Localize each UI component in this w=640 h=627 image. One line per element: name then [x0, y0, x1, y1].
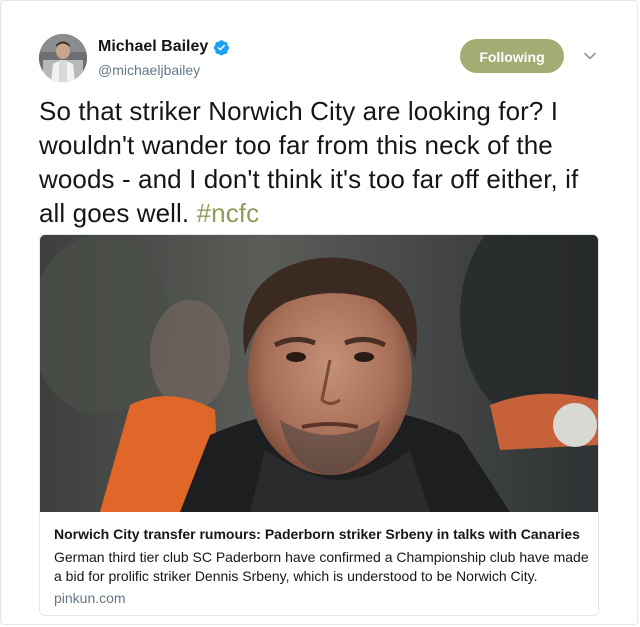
card-image[interactable]: [40, 235, 598, 512]
following-button[interactable]: Following: [460, 39, 564, 73]
tweet-text: So that striker Norwich City are looking…: [39, 94, 605, 230]
author-handle[interactable]: @michaeljbailey: [98, 62, 200, 78]
card-title[interactable]: Norwich City transfer rumours: Paderborn…: [54, 526, 589, 542]
link-card[interactable]: Norwich City transfer rumours: Paderborn…: [39, 234, 599, 616]
tweet-body: So that striker Norwich City are looking…: [39, 96, 579, 228]
card-photo: [40, 235, 598, 512]
card-domain: pinkun.com: [54, 590, 126, 606]
card-description: German third tier club SC Paderborn have…: [54, 549, 589, 584]
chevron-down-icon[interactable]: [583, 49, 597, 63]
avatar-image: [39, 34, 87, 82]
tweet-card: Michael Bailey @michaeljbailey Following…: [0, 0, 638, 625]
hashtag-link[interactable]: #ncfc: [197, 198, 260, 228]
avatar[interactable]: [39, 34, 87, 82]
author-display-name[interactable]: Michael Bailey: [98, 38, 208, 56]
author-name-row[interactable]: Michael Bailey: [98, 38, 230, 56]
verified-badge-icon: [213, 39, 230, 56]
